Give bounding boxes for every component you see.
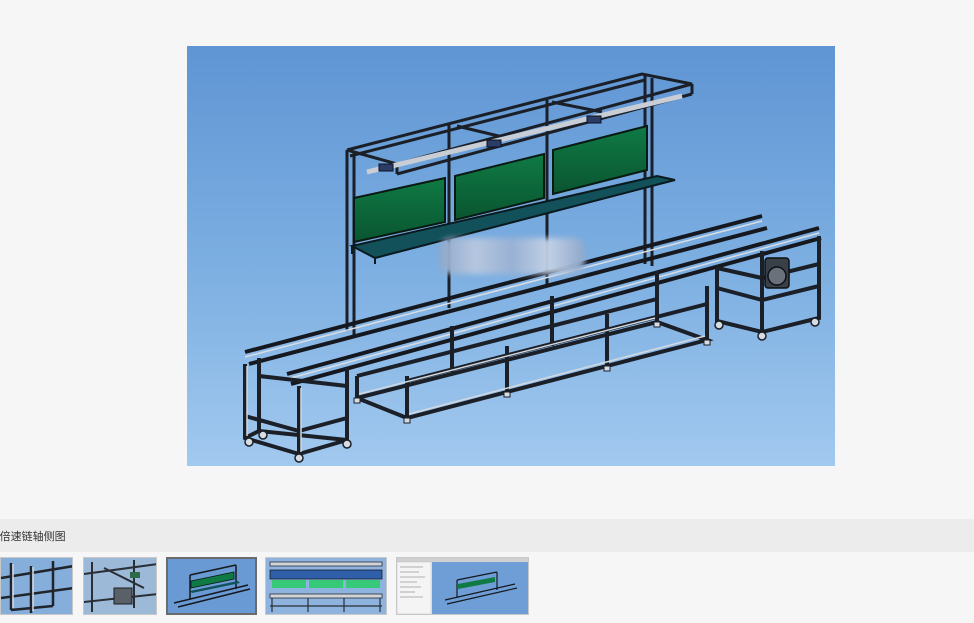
thumb-isometric-view-image xyxy=(168,559,255,613)
main-product-image xyxy=(187,46,835,466)
thumbnail-4[interactable] xyxy=(265,557,387,615)
thumbnail-3[interactable] xyxy=(166,557,257,615)
thumbnail-5[interactable] xyxy=(396,557,529,615)
thumb-frame-closeup-1-image xyxy=(1,558,72,614)
thumb-frame-closeup-2-image xyxy=(84,558,156,614)
thumb-front-view-green-image xyxy=(266,558,386,614)
caption-bar: )倍速链轴侧图 xyxy=(0,519,974,552)
thumbnail-2[interactable] xyxy=(83,557,157,615)
image-caption: )倍速链轴侧图 xyxy=(0,531,66,543)
base-frame xyxy=(355,271,714,421)
thumb-cad-software-view-image xyxy=(397,558,528,614)
thumbnail-1[interactable] xyxy=(0,557,73,615)
blurred-watermark xyxy=(439,238,585,274)
right-motor xyxy=(764,257,790,289)
